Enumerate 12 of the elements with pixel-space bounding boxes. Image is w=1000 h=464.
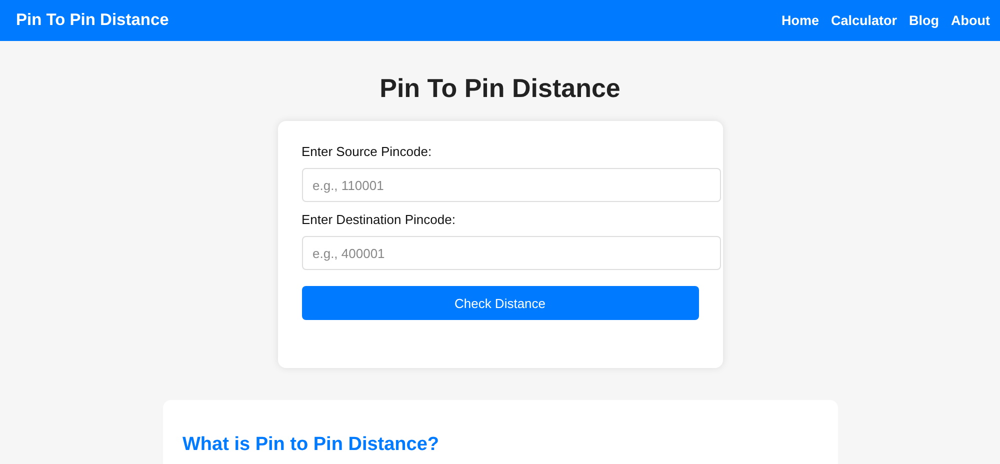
- section-heading: What is Pin to Pin Distance?: [182, 434, 440, 456]
- nav-link[interactable]: About: [951, 13, 990, 28]
- pincode-input[interactable]: e.g., 110001: [302, 168, 720, 202]
- field-label: Enter Destination Pincode:: [302, 212, 456, 228]
- nav-link[interactable]: Calculator: [830, 13, 898, 28]
- check-distance-button[interactable]: Check Distance: [302, 286, 698, 320]
- field-label: Enter Source Pincode:: [302, 144, 433, 160]
- nav-link[interactable]: Blog: [909, 13, 940, 28]
- pincode-input[interactable]: e.g., 400001: [302, 236, 720, 270]
- page-title: Pin To Pin Distance: [378, 73, 622, 103]
- nav-link[interactable]: Home: [781, 13, 819, 28]
- brand-title: Pin To Pin Distance: [16, 11, 169, 30]
